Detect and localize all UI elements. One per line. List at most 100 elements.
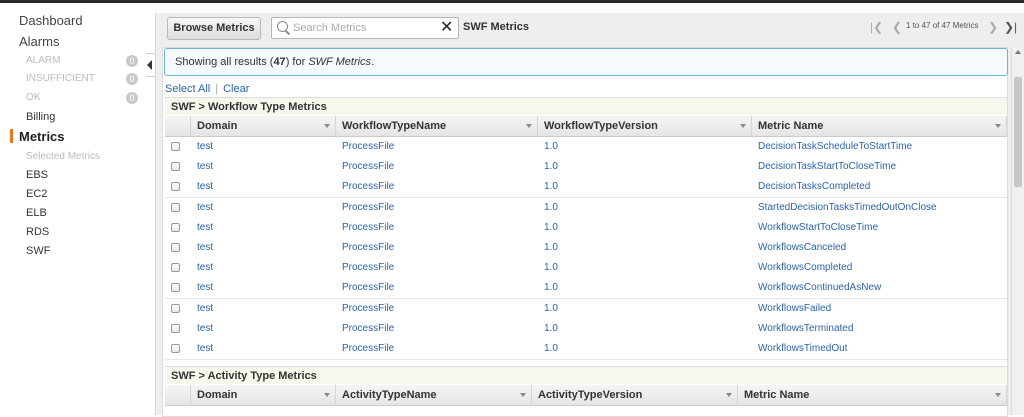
cell-domain[interactable]: test (191, 218, 213, 238)
column-header-domain[interactable]: Domain (191, 385, 336, 405)
scrollbar-thumb[interactable] (1014, 77, 1022, 187)
sidebar-item-metrics[interactable]: Metrics (19, 129, 65, 144)
cell-type-name[interactable]: ProcessFile (336, 177, 394, 197)
column-header-workflow-type-name[interactable]: WorkflowTypeName (336, 116, 538, 136)
row-checkbox[interactable] (171, 283, 180, 293)
sidebar-item-alarms[interactable]: Alarms (19, 34, 59, 49)
row-checkbox[interactable] (171, 202, 180, 212)
page-title: SWF Metrics (463, 21, 530, 33)
cell-type-version[interactable]: 1.0 (538, 278, 558, 298)
table-row[interactable]: test ProcessFile 1.0 WorkflowsTerminated (165, 318, 1007, 340)
cell-type-version[interactable]: 1.0 (538, 218, 558, 238)
table-row[interactable]: test ProcessFile 1.0 WorkflowsTimedOut (165, 339, 1007, 360)
row-checkbox[interactable] (171, 162, 180, 172)
row-checkbox[interactable] (171, 323, 180, 333)
sidebar-item-ec2[interactable]: EC2 (26, 188, 47, 200)
first-page-icon[interactable]: |❮ (870, 19, 883, 35)
cell-metric-name[interactable]: DecisionTaskScheduleToStartTime (752, 137, 912, 157)
column-header-workflow-type-version[interactable]: WorkflowTypeVersion (538, 116, 752, 136)
column-header-metric-name[interactable]: Metric Name (752, 116, 1007, 136)
sidebar-item-insufficient[interactable]: INSUFFICIENT (26, 73, 95, 84)
clear-link[interactable]: Clear (223, 83, 249, 95)
cell-type-name[interactable]: ProcessFile (336, 258, 394, 278)
row-checkbox[interactable] (171, 142, 180, 151)
cell-domain[interactable]: test (191, 157, 213, 177)
cell-type-version[interactable]: 1.0 (538, 319, 558, 339)
search-input[interactable] (291, 19, 435, 37)
cell-type-version[interactable]: 1.0 (538, 339, 558, 359)
cell-type-name[interactable]: ProcessFile (336, 218, 394, 238)
table-row[interactable]: test ProcessFile 1.0 WorkflowsFailed (165, 298, 1007, 320)
cell-type-version[interactable]: 1.0 (538, 177, 558, 197)
column-header-metric-name[interactable]: Metric Name (738, 385, 1007, 405)
cell-type-version[interactable]: 1.0 (538, 299, 558, 319)
sidebar-item-swf[interactable]: SWF (26, 245, 50, 257)
cell-type-name[interactable]: ProcessFile (336, 339, 394, 359)
column-header-activity-type-version[interactable]: ActivityTypeVersion (532, 385, 738, 405)
close-icon[interactable]: ✕ (440, 18, 453, 38)
select-all-link[interactable]: Select All (165, 83, 210, 95)
row-checkbox[interactable] (171, 263, 180, 273)
column-header-domain[interactable]: Domain (191, 116, 336, 136)
scrollbar[interactable] (1011, 47, 1024, 415)
cell-metric-name[interactable]: WorkflowsCanceled (752, 238, 846, 258)
cell-domain[interactable]: test (191, 258, 213, 278)
row-checkbox[interactable] (171, 222, 180, 232)
cell-type-name[interactable]: ProcessFile (336, 198, 394, 218)
sidebar-item-dashboard[interactable]: Dashboard (19, 13, 83, 28)
cell-type-version[interactable]: 1.0 (538, 238, 558, 258)
cell-metric-name[interactable]: WorkflowsCompleted (752, 258, 852, 278)
cell-metric-name[interactable]: WorkflowsTimedOut (752, 339, 847, 359)
cell-domain[interactable]: test (191, 238, 213, 258)
cell-type-name[interactable]: ProcessFile (336, 278, 394, 298)
chevron-up-icon[interactable] (1015, 50, 1021, 54)
cell-domain[interactable]: test (191, 339, 213, 359)
cell-type-name[interactable]: ProcessFile (336, 157, 394, 177)
table-row[interactable]: test ProcessFile 1.0 DecisionTaskStartToClo… (165, 157, 1007, 179)
cell-type-version[interactable]: 1.0 (538, 258, 558, 278)
cell-metric-name[interactable]: StartedDecisionTasksTimedOutOnClose (752, 198, 937, 218)
cell-type-name[interactable]: ProcessFile (336, 319, 394, 339)
sidebar-item-rds[interactable]: RDS (26, 226, 49, 238)
table-row[interactable]: test ProcessFile 1.0 WorkflowsCanceled (165, 238, 1007, 259)
table-row[interactable]: test ProcessFile 1.0 StartedDecisionTasksTi… (165, 197, 1007, 219)
cell-metric-name[interactable]: WorkflowsContinuedAsNew (752, 278, 881, 298)
cell-metric-name[interactable]: WorkflowStartToCloseTime (752, 218, 878, 238)
browse-metrics-button[interactable]: Browse Metrics (167, 17, 261, 40)
cell-type-name[interactable]: ProcessFile (336, 137, 394, 157)
cell-type-name[interactable]: ProcessFile (336, 299, 394, 319)
sidebar-item-ebs[interactable]: EBS (26, 169, 48, 181)
row-checkbox[interactable] (171, 243, 180, 252)
cell-domain[interactable]: test (191, 137, 213, 157)
sidebar-item-elb[interactable]: ELB (26, 207, 47, 219)
row-checkbox[interactable] (171, 344, 180, 353)
cell-metric-name[interactable]: WorkflowsFailed (752, 299, 831, 319)
cell-domain[interactable]: test (191, 278, 213, 298)
row-checkbox[interactable] (171, 182, 180, 192)
next-page-icon[interactable]: ❯ (988, 19, 998, 35)
sidebar-item-selected-metrics[interactable]: Selected Metrics (26, 151, 100, 162)
last-page-icon[interactable]: ❯| (1004, 19, 1017, 35)
row-checkbox[interactable] (171, 303, 180, 313)
sidebar-item-alarm[interactable]: ALARM (26, 55, 60, 66)
table-row[interactable]: test ProcessFile 1.0 DecisionTaskScheduleTo… (165, 137, 1007, 158)
table-row[interactable]: test ProcessFile 1.0 WorkflowsContinuedAsNe… (165, 278, 1007, 300)
cell-domain[interactable]: test (191, 299, 213, 319)
cell-type-version[interactable]: 1.0 (538, 137, 558, 157)
cell-metric-name[interactable]: WorkflowsTerminated (752, 319, 853, 339)
cell-domain[interactable]: test (191, 319, 213, 339)
sidebar-item-billing[interactable]: Billing (26, 111, 55, 123)
table-row[interactable]: test ProcessFile 1.0 DecisionTasksCompleted (165, 177, 1007, 199)
cell-type-version[interactable]: 1.0 (538, 157, 558, 177)
sidebar-item-ok[interactable]: OK (26, 92, 40, 103)
cell-domain[interactable]: test (191, 177, 213, 197)
cell-type-name[interactable]: ProcessFile (336, 238, 394, 258)
cell-domain[interactable]: test (191, 198, 213, 218)
prev-page-icon[interactable]: ❮ (892, 19, 902, 35)
cell-metric-name[interactable]: DecisionTasksCompleted (752, 177, 870, 197)
cell-type-version[interactable]: 1.0 (538, 198, 558, 218)
table-row[interactable]: test ProcessFile 1.0 WorkflowsCompleted (165, 258, 1007, 280)
table-row[interactable]: test ProcessFile 1.0 WorkflowStartToCloseTi… (165, 217, 1007, 239)
cell-metric-name[interactable]: DecisionTaskStartToCloseTime (752, 157, 896, 177)
column-header-activity-type-name[interactable]: ActivityTypeName (336, 385, 532, 405)
